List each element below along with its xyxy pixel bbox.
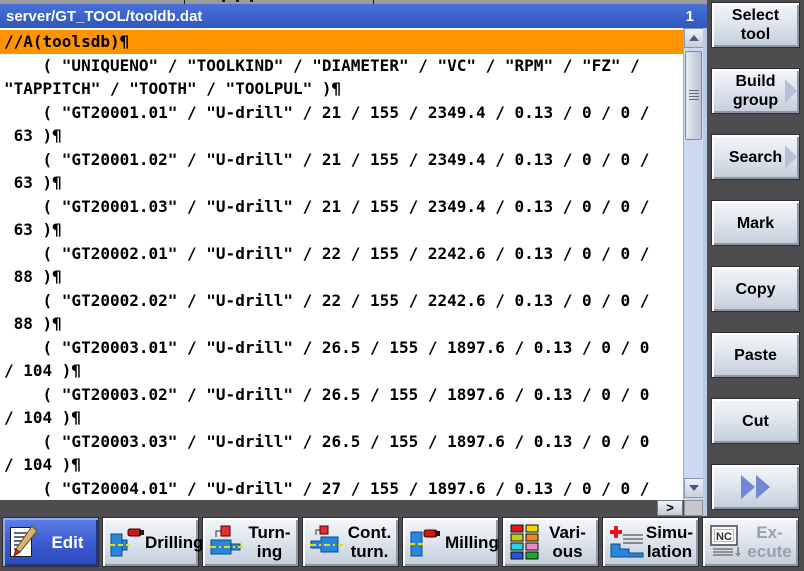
editor-line[interactable]: ( "GT20001.01" / "U-drill" / 21 / 155 / …: [0, 101, 683, 125]
various-icon: [509, 523, 541, 561]
editor-line[interactable]: 63 )¶: [0, 124, 683, 148]
simulation-icon: [609, 524, 645, 560]
editor-line[interactable]: "TAPPITCH" / "TOOTH" / "TOOLPUL" )¶: [0, 77, 683, 101]
scrollbar-thumb[interactable]: [685, 51, 702, 140]
softkey-cut[interactable]: Cut: [711, 398, 800, 444]
softkey-search[interactable]: Search: [711, 134, 800, 180]
page-indicator: 1: [685, 7, 694, 25]
title-bar: server/GT_TOOL/tooldb.dat 1: [0, 4, 707, 28]
softkey-copy[interactable]: Copy: [711, 266, 800, 312]
cnc-editor-screen: server/GT_TOOL/tooldb.dat 1 //A(toolsdb)…: [0, 0, 804, 571]
softkey-paste[interactable]: Paste: [711, 332, 800, 378]
softkey-label: Cut: [742, 412, 769, 430]
tab-label: Edit: [51, 532, 84, 552]
editor-line[interactable]: ( "GT20003.03" / "U-drill" / 26.5 / 155 …: [0, 430, 683, 454]
softkey-build-group[interactable]: Build group: [711, 68, 800, 114]
editor-line[interactable]: ( "GT20002.02" / "U-drill" / 22 / 155 / …: [0, 289, 683, 313]
softkey-more[interactable]: [711, 464, 800, 510]
editor-line[interactable]: 88 )¶: [0, 312, 683, 336]
file-path: server/GT_TOOL/tooldb.dat: [6, 7, 203, 25]
editor-line[interactable]: ( "GT20002.01" / "U-drill" / 22 / 155 / …: [0, 242, 683, 266]
tab-milling[interactable]: Milling: [402, 517, 499, 567]
contour-turning-icon: [309, 524, 345, 560]
editor-line[interactable]: ( "GT20001.02" / "U-drill" / 21 / 155 / …: [0, 148, 683, 172]
chevron-right-icon: [785, 145, 797, 169]
editor-line[interactable]: ( "UNIQUENO" / "TOOLKIND" / "DIAMETER" /…: [0, 54, 683, 78]
softkey-sidebar: Select tool Build group Search Mark Copy…: [707, 0, 804, 571]
editor-line[interactable]: ( "GT20004.01" / "U-drill" / 27 / 155 / …: [0, 477, 683, 501]
divider: [236, 0, 239, 2]
scrollbar-corner: [684, 500, 703, 516]
tab-label: Vari- ous: [549, 523, 586, 561]
editor-line[interactable]: / 104 )¶: [0, 406, 683, 430]
editor-line[interactable]: ( "GT20001.03" / "U-drill" / 21 / 155 / …: [0, 195, 683, 219]
vertical-scrollbar[interactable]: [683, 28, 704, 500]
tab-turning[interactable]: Turn- ing: [202, 517, 299, 567]
softkey-mark[interactable]: Mark: [711, 200, 800, 246]
softkey-label: Paste: [734, 346, 777, 364]
divider: [222, 0, 225, 2]
chevron-right-icon: [785, 79, 797, 103]
editor-line[interactable]: //A(toolsdb)¶: [0, 30, 683, 54]
milling-icon: [409, 524, 445, 560]
softkey-label: Copy: [735, 280, 776, 298]
editor-line[interactable]: 63 )¶: [0, 171, 683, 195]
softkey-label: Mark: [736, 214, 775, 232]
svg-text:NC: NC: [716, 531, 732, 543]
editor-lines: //A(toolsdb)¶ ( "UNIQUENO" / "TOOLKIND" …: [0, 30, 683, 500]
fast-forward-icon: [741, 475, 770, 499]
turning-icon: [209, 524, 245, 560]
tab-execute[interactable]: NC Ex- ecute: [702, 517, 799, 567]
tab-label: Milling: [445, 532, 499, 552]
chevron-up-icon: [689, 35, 699, 41]
editor-line[interactable]: / 104 )¶: [0, 453, 683, 477]
tab-label: Turn- ing: [248, 523, 291, 561]
tab-edit[interactable]: Edit: [2, 517, 99, 567]
tab-simulation[interactable]: Simu- lation: [602, 517, 699, 567]
editor-line[interactable]: 88 )¶: [0, 265, 683, 289]
scroll-right-button[interactable]: >: [657, 500, 683, 516]
editor-line[interactable]: / 104 )¶: [0, 359, 683, 383]
drilling-icon: [109, 524, 145, 560]
scroll-up-button[interactable]: [684, 28, 704, 48]
edit-icon: [9, 525, 41, 559]
softkey-select-tool[interactable]: Select tool: [711, 2, 800, 48]
tab-label: Simu- lation: [645, 523, 694, 561]
chevron-down-icon: [689, 485, 699, 491]
editor-panel[interactable]: //A(toolsdb)¶ ( "UNIQUENO" / "TOOLKIND" …: [0, 28, 683, 500]
softkey-bottombar: Edit Drilling Turn- ing Cont. turn. Mill…: [0, 517, 804, 571]
tab-drilling[interactable]: Drilling: [102, 517, 204, 567]
softkey-label: Search: [728, 148, 783, 166]
editor-line[interactable]: ( "GT20003.02" / "U-drill" / 26.5 / 155 …: [0, 383, 683, 407]
tab-contour-turning[interactable]: Cont. turn.: [302, 517, 399, 567]
editor-line[interactable]: 63 )¶: [0, 218, 683, 242]
scroll-down-button[interactable]: [684, 478, 704, 498]
grip-icon: [689, 90, 699, 101]
tab-various[interactable]: Vari- ous: [502, 517, 599, 567]
softkey-label: Build group: [732, 73, 779, 109]
tab-label: Ex- ecute: [747, 523, 792, 561]
softkey-label: Select tool: [731, 7, 780, 43]
tab-label: Drilling: [145, 532, 204, 552]
tab-label: Cont. turn.: [347, 523, 392, 561]
horizontal-scrollbar[interactable]: >: [0, 500, 703, 516]
nc-execute-icon: NC: [709, 524, 745, 560]
editor-line[interactable]: ( "GT20003.01" / "U-drill" / 26.5 / 155 …: [0, 336, 683, 360]
divider: [250, 0, 253, 2]
